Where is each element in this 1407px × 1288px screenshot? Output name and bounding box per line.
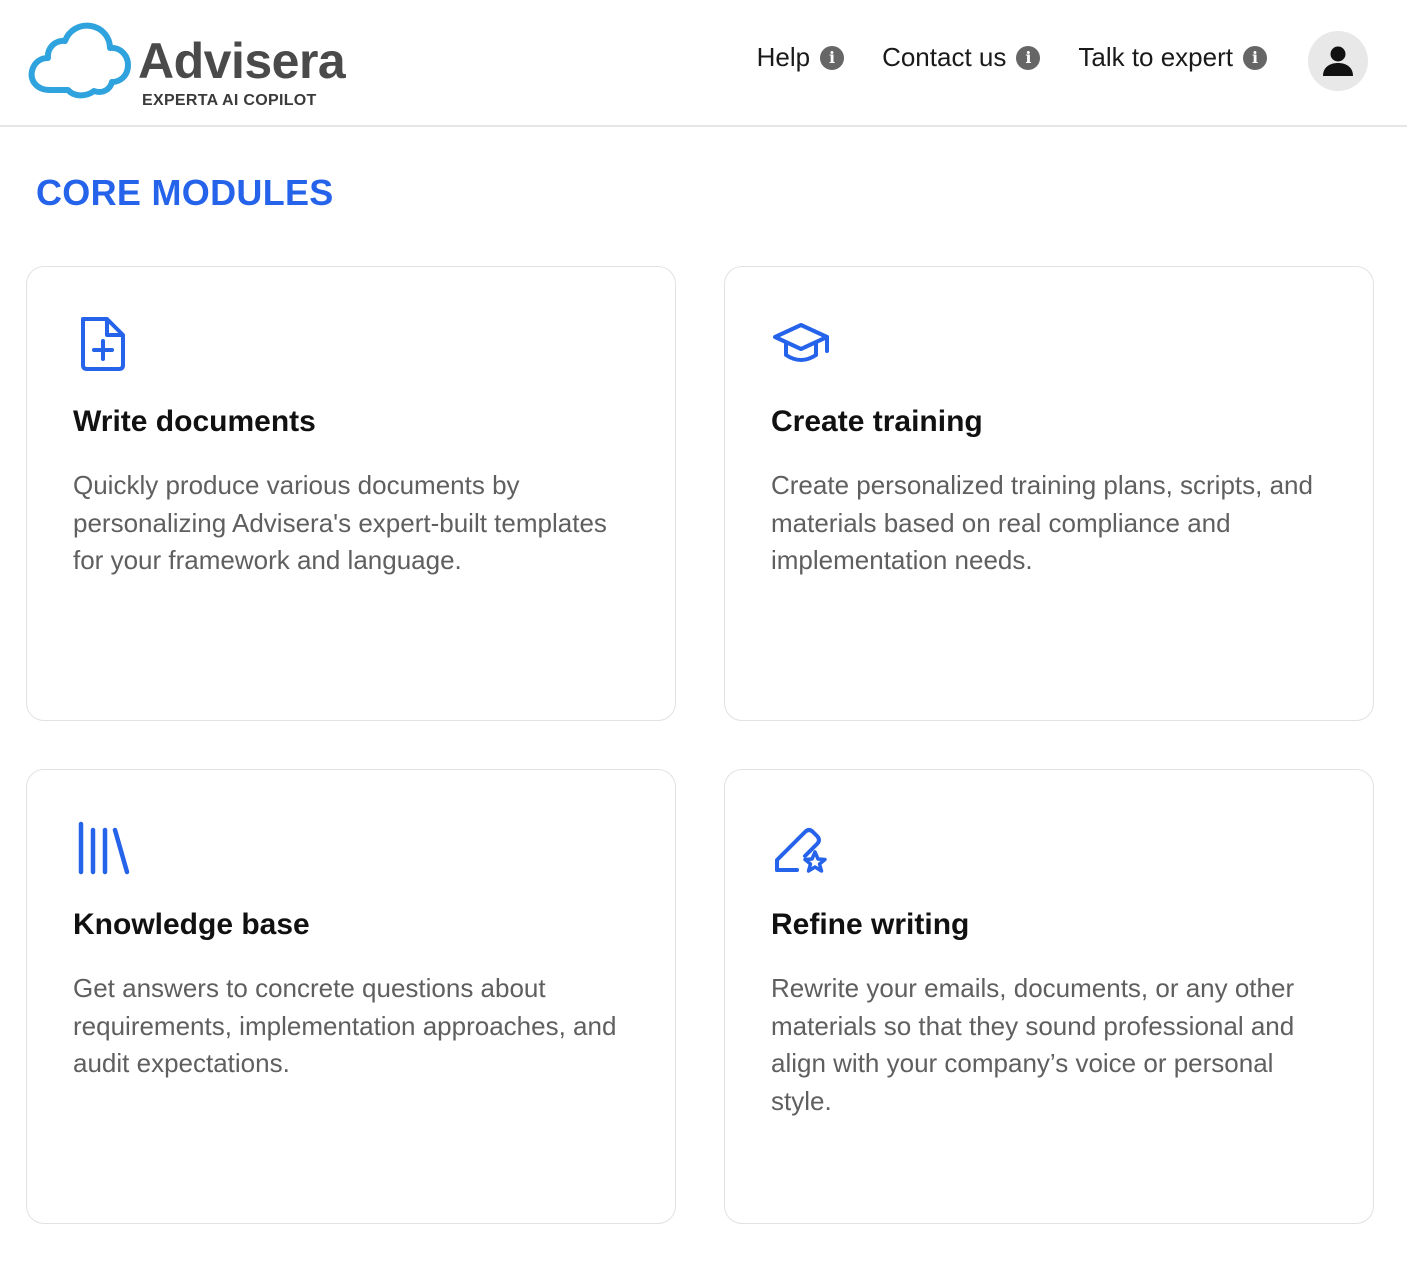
user-avatar-button[interactable]: [1308, 31, 1368, 91]
nav-talk-label: Talk to expert: [1078, 42, 1233, 72]
library-icon: [78, 821, 130, 875]
brand-name: Advisera: [138, 33, 346, 89]
module-description: Get answers to concrete questions about …: [73, 973, 617, 1078]
module-card-refine-writing[interactable]: Refine writing Rewrite your emails, docu…: [724, 769, 1374, 1224]
module-card-knowledge-base[interactable]: Knowledge base Get answers to concrete q…: [26, 769, 676, 1224]
module-title: Knowledge base: [73, 908, 310, 941]
nav-help-label: Help: [756, 42, 811, 72]
info-icon: i: [1016, 45, 1041, 70]
module-title: Write documents: [73, 405, 316, 438]
info-icon: i: [820, 45, 845, 70]
cloud-logo-icon: [28, 22, 131, 99]
nav-talk-to-expert[interactable]: Talk to expert i: [1078, 42, 1267, 73]
module-description: Rewrite your emails, documents, or any o…: [771, 973, 1295, 1116]
nav-contact-label: Contact us: [882, 42, 1007, 72]
section-title: CORE MODULES: [36, 172, 334, 213]
nav-help[interactable]: Help i: [756, 42, 845, 73]
graduation-cap-icon: [773, 323, 829, 362]
module-card-write-documents[interactable]: Write documents Quickly produce various …: [26, 266, 676, 721]
brand-subtitle: EXPERTA AI COPILOT: [142, 92, 317, 109]
top-nav: Help i Contact us i Talk to expert i: [757, 42, 1267, 73]
module-description: Quickly produce various documents by per…: [73, 470, 607, 575]
document-plus-icon: [81, 317, 125, 371]
user-icon: [1323, 46, 1353, 76]
module-title: Create training: [771, 405, 983, 438]
brand-logo[interactable]: Advisera EXPERTA AI COPILOT: [28, 20, 348, 112]
module-card-create-training[interactable]: Create training Create personalized trai…: [724, 266, 1374, 721]
top-header: Advisera EXPERTA AI COPILOT Help i Conta…: [0, 0, 1407, 127]
info-icon: i: [1243, 45, 1267, 70]
module-title: Refine writing: [771, 908, 970, 941]
nav-contact-us[interactable]: Contact us i: [882, 42, 1041, 73]
module-description: Create personalized training plans, scri…: [771, 470, 1313, 575]
pencil-star-icon: [775, 828, 827, 873]
